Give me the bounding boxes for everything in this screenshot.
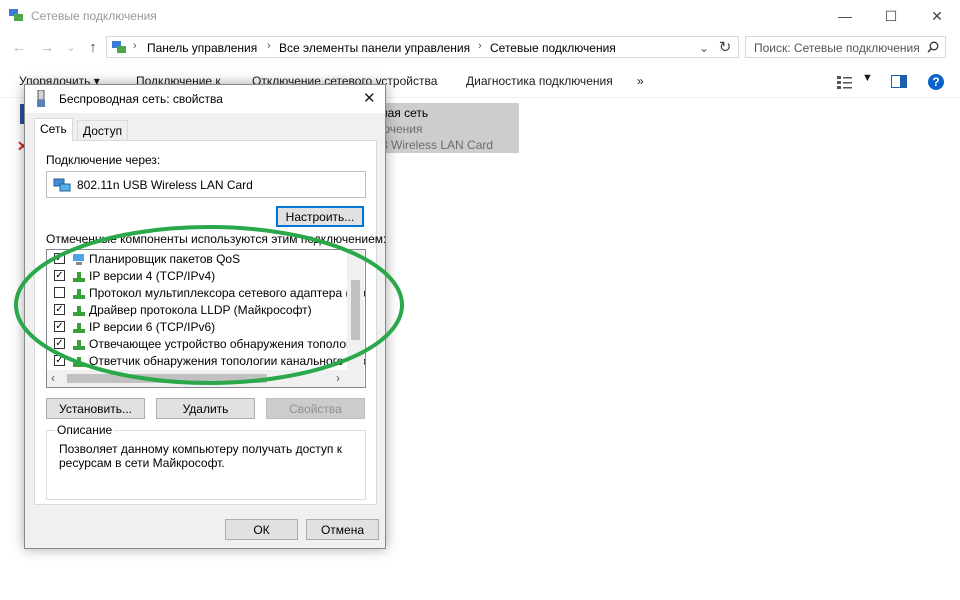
- ok-button[interactable]: ОК: [225, 519, 298, 540]
- list-item[interactable]: ✓ IP версии 6 (TCP/IPv6): [47, 319, 347, 336]
- service-icon: [73, 254, 84, 265]
- adapter-status: ючения: [381, 122, 423, 136]
- protocol-icon: [73, 340, 85, 350]
- adapter-device: 3 Wireless LAN Card: [381, 138, 494, 152]
- description-title: Описание: [55, 423, 115, 437]
- list-item[interactable]: ✓ Отвечающее устройство обнаружения топо…: [47, 336, 365, 353]
- adapter-wireless-network[interactable]: ная сеть ючения 3 Wireless LAN Card: [377, 103, 519, 153]
- maximize-button[interactable]: ☐: [868, 0, 914, 32]
- dialog-close-button[interactable]: ✕: [363, 89, 376, 107]
- component-label: Протокол мультиплексора сетевого адаптер…: [89, 286, 366, 300]
- help-icon[interactable]: ?: [928, 74, 944, 90]
- network-adapter-icon: [53, 178, 71, 192]
- remove-button[interactable]: Удалить: [156, 398, 255, 419]
- configure-button[interactable]: Настроить...: [276, 206, 364, 227]
- dialog-title: Беспроводная сеть: свойства: [59, 92, 223, 106]
- description-line: ресурсам в сети Майкрософт.: [59, 456, 225, 470]
- scroll-right-icon[interactable]: ›: [336, 371, 340, 385]
- component-checkbox[interactable]: ✓: [54, 321, 65, 332]
- address-dropdown-icon[interactable]: ⌄: [699, 41, 709, 55]
- window-title: Сетевые подключения: [31, 9, 157, 23]
- protocol-icon: [73, 272, 85, 282]
- component-label: Ответчик обнаружения топологии канальног…: [89, 354, 366, 368]
- tab-network[interactable]: Сеть: [34, 118, 73, 141]
- scrollbar-thumb[interactable]: [351, 280, 360, 340]
- window-titlebar: Сетевые подключения — ☐ ✕: [0, 0, 960, 32]
- component-label: IP версии 4 (TCP/IPv4): [89, 269, 216, 283]
- device-field: 802.11n USB Wireless LAN Card: [46, 171, 366, 198]
- breadcrumb-separator: ›: [267, 40, 271, 52]
- view-dropdown-icon[interactable]: ▼: [862, 72, 873, 84]
- search-icon[interactable]: [927, 41, 939, 53]
- tab-sharing[interactable]: Доступ: [77, 120, 129, 140]
- list-item[interactable]: ✓ Ответчик обнаружения топологии канальн…: [47, 353, 365, 370]
- component-checkbox[interactable]: ✓: [54, 253, 65, 264]
- refresh-icon[interactable]: ↻: [716, 38, 734, 56]
- dialog-titlebar: Беспроводная сеть: свойства ✕: [25, 85, 385, 113]
- protocol-icon: [73, 357, 85, 367]
- protocol-icon: [73, 306, 85, 316]
- device-name: 802.11n USB Wireless LAN Card: [77, 178, 253, 192]
- breadcrumb-all-items[interactable]: Все элементы панели управления: [279, 41, 470, 55]
- address-bar[interactable]: › Панель управления › Все элементы панел…: [106, 36, 739, 58]
- search-input[interactable]: Поиск: Сетевые подключения: [754, 41, 920, 55]
- control-panel-icon: [112, 41, 126, 53]
- search-box[interactable]: Поиск: Сетевые подключения: [745, 36, 946, 58]
- wireless-adapter-icon: [37, 90, 45, 107]
- description-line: Позволяет данному компьютеру получать до…: [59, 442, 342, 456]
- forward-icon[interactable]: →: [38, 38, 56, 56]
- properties-dialog: Беспроводная сеть: свойства ✕ Сеть Досту…: [24, 84, 386, 549]
- components-list[interactable]: ✓ Планировщик пакетов QoS ✓ IP версии 4 …: [46, 249, 366, 388]
- network-connections-icon: [9, 9, 23, 21]
- breadcrumb-separator: ›: [478, 40, 482, 52]
- component-checkbox[interactable]: ✓: [54, 270, 65, 281]
- breadcrumb-network-connections[interactable]: Сетевые подключения: [490, 41, 616, 55]
- vertical-scrollbar[interactable]: [347, 250, 364, 370]
- breadcrumb-separator: ›: [133, 40, 137, 52]
- component-checkbox[interactable]: ✓: [54, 304, 65, 315]
- component-checkbox[interactable]: ✓: [54, 355, 65, 366]
- up-icon[interactable]: ↑: [84, 38, 102, 56]
- breadcrumb-control-panel[interactable]: Панель управления: [147, 41, 257, 55]
- horizontal-scrollbar[interactable]: ‹ ›: [47, 370, 364, 387]
- close-button[interactable]: ✕: [914, 0, 960, 32]
- component-label: Драйвер протокола LLDP (Майкрософт): [89, 303, 312, 317]
- scrollbar-thumb[interactable]: [67, 374, 267, 383]
- component-label: IP версии 6 (TCP/IPv6): [89, 320, 216, 334]
- install-button[interactable]: Установить...: [46, 398, 145, 419]
- minimize-button[interactable]: —: [822, 0, 868, 32]
- component-label: Планировщик пакетов QoS: [89, 252, 241, 266]
- preview-pane-icon[interactable]: [891, 75, 907, 88]
- component-label: Отвечающее устройство обнаружения тополо…: [89, 337, 366, 351]
- view-options-icon[interactable]: [837, 75, 853, 89]
- components-label: Отмеченные компоненты используются этим …: [46, 232, 387, 246]
- cancel-button[interactable]: Отмена: [306, 519, 379, 540]
- list-item[interactable]: ✓ Планировщик пакетов QoS: [47, 251, 347, 268]
- recent-dropdown-icon[interactable]: ⌄: [62, 38, 80, 56]
- diagnose-button[interactable]: Диагностика подключения: [466, 74, 613, 88]
- back-icon[interactable]: ←: [10, 38, 28, 56]
- list-item[interactable]: Протокол мультиплексора сетевого адаптер…: [47, 285, 365, 302]
- scroll-left-icon[interactable]: ‹: [51, 371, 55, 385]
- protocol-icon: [73, 323, 85, 333]
- connect-using-label: Подключение через:: [46, 153, 161, 167]
- component-checkbox[interactable]: ✓: [54, 338, 65, 349]
- list-item[interactable]: ✓ Драйвер протокола LLDP (Майкрософт): [47, 302, 347, 319]
- more-commands-button[interactable]: »: [637, 74, 644, 88]
- properties-button[interactable]: Свойства: [266, 398, 365, 419]
- protocol-icon: [73, 289, 85, 299]
- component-checkbox[interactable]: [54, 287, 65, 298]
- adapter-name: ная сеть: [381, 106, 429, 120]
- list-item[interactable]: ✓ IP версии 4 (TCP/IPv4): [47, 268, 347, 285]
